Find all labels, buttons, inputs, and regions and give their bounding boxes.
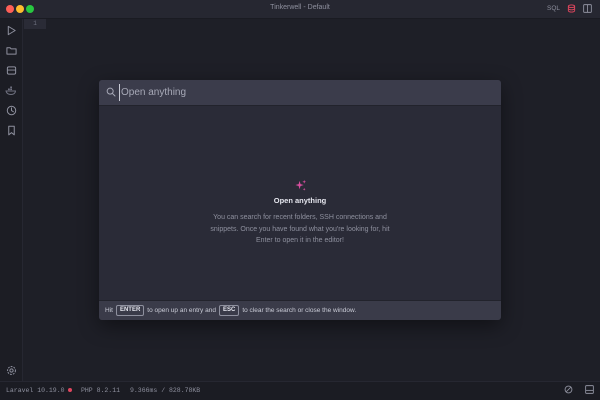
sidebar bbox=[0, 19, 23, 382]
sparkle-icon bbox=[293, 178, 307, 192]
editor-line-number: 1 bbox=[24, 19, 46, 29]
panel-toggle-icon[interactable] bbox=[582, 3, 592, 13]
sql-button[interactable]: SQL bbox=[547, 5, 560, 12]
open-anything-dialog: Open anything You can search for recent … bbox=[99, 80, 501, 320]
empty-state-title: Open anything bbox=[273, 196, 327, 205]
hint-hit-text: Hit bbox=[105, 307, 113, 314]
disabled-icon[interactable] bbox=[564, 385, 573, 396]
database-icon[interactable] bbox=[5, 64, 17, 76]
folder-icon[interactable] bbox=[5, 44, 17, 56]
laravel-version[interactable]: Laravel 10.19.0 bbox=[6, 387, 72, 394]
search-bar bbox=[99, 80, 501, 106]
bookmark-icon[interactable] bbox=[5, 124, 17, 136]
status-indicator-dot bbox=[67, 388, 72, 393]
hint-esc-text: to clear the search or close the window. bbox=[242, 307, 357, 314]
shortcut-hint-bar: Hit ENTER to open up an entry and ESC to… bbox=[99, 300, 501, 320]
laravel-version-label: Laravel 10.19.0 bbox=[6, 387, 65, 394]
empty-state: Open anything You can search for recent … bbox=[99, 178, 501, 247]
search-icon bbox=[105, 86, 117, 98]
database-connection-icon[interactable] bbox=[566, 3, 576, 13]
php-version[interactable]: PHP 8.2.11 bbox=[81, 387, 120, 394]
empty-state-description: You can search for recent folders, SSH c… bbox=[210, 214, 390, 244]
run-play-icon[interactable] bbox=[5, 24, 17, 36]
window-title: Tinkerwell - Default bbox=[270, 4, 330, 11]
execution-metrics: 9.366ms / 828.78KB bbox=[130, 387, 201, 394]
enter-key-badge: ENTER bbox=[115, 305, 145, 316]
docker-icon[interactable] bbox=[5, 84, 17, 96]
gear-icon[interactable] bbox=[5, 364, 17, 376]
title-bar: Tinkerwell - Default SQL bbox=[0, 0, 600, 19]
title-bar-actions: SQL bbox=[547, 3, 592, 13]
layout-icon[interactable] bbox=[585, 385, 594, 396]
search-input[interactable] bbox=[119, 84, 491, 101]
status-bar: Laravel 10.19.0 PHP 8.2.11 9.366ms / 828… bbox=[0, 381, 600, 400]
status-bar-actions bbox=[564, 385, 594, 396]
app-window: Tinkerwell - Default SQL 1 Open anything… bbox=[0, 0, 600, 400]
history-icon[interactable] bbox=[5, 104, 17, 116]
hint-enter-text: to open up an entry and bbox=[147, 307, 216, 314]
esc-key-badge: ESC bbox=[218, 305, 240, 316]
